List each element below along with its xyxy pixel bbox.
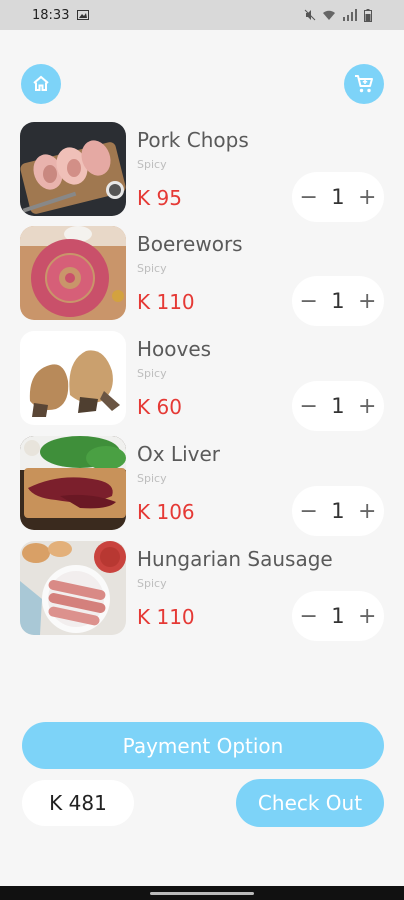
decrease-button[interactable]: − — [298, 289, 320, 314]
quantity-stepper: − 1 + — [292, 591, 384, 641]
payment-option-button[interactable]: Payment Option — [22, 722, 384, 769]
product-price: K 110 — [137, 290, 195, 314]
quantity-stepper: − 1 + — [292, 172, 384, 222]
status-bar: 18:33 — [0, 0, 404, 30]
product-subtitle: Spicy — [137, 262, 167, 275]
decrease-button[interactable]: − — [298, 185, 320, 210]
product-price: K 95 — [137, 186, 182, 210]
total-amount: K 481 — [22, 780, 134, 826]
product-subtitle: Spicy — [137, 158, 167, 171]
status-time: 18:33 — [32, 7, 70, 23]
product-name: Hooves — [137, 337, 212, 361]
cart-icon — [355, 75, 373, 93]
increase-button[interactable]: + — [356, 289, 378, 314]
product-price: K 106 — [137, 500, 195, 524]
decrease-button[interactable]: − — [298, 499, 320, 524]
increase-button[interactable]: + — [356, 499, 378, 524]
product-image-boerewors[interactable] — [20, 226, 126, 320]
signal-icon — [343, 9, 357, 21]
quantity-value: 1 — [331, 394, 345, 418]
product-image-hungarian-sausage[interactable] — [20, 541, 126, 635]
product-name: Boerewors — [137, 232, 243, 256]
product-subtitle: Spicy — [137, 367, 167, 380]
battery-icon — [364, 8, 372, 22]
product-subtitle: Spicy — [137, 472, 167, 485]
quantity-value: 1 — [331, 185, 345, 209]
quantity-value: 1 — [331, 604, 345, 628]
increase-button[interactable]: + — [356, 604, 378, 629]
list-item: Ox Liver Spicy K 106 − 1 + — [20, 436, 390, 536]
product-image-hooves[interactable] — [20, 331, 126, 425]
product-name: Ox Liver — [137, 442, 220, 466]
home-button[interactable] — [21, 64, 61, 104]
decrease-button[interactable]: − — [298, 394, 320, 419]
list-item: Pork Chops Spicy K 95 − 1 + — [20, 122, 390, 222]
image-icon — [77, 10, 90, 20]
product-name: Hungarian Sausage — [137, 547, 333, 571]
quantity-value: 1 — [331, 499, 345, 523]
wifi-icon — [323, 10, 335, 20]
cart-button[interactable] — [344, 64, 384, 104]
product-price: K 110 — [137, 605, 195, 629]
list-item: Hungarian Sausage Spicy K 110 − 1 + — [20, 541, 390, 641]
product-name: Pork Chops — [137, 128, 249, 152]
mute-icon — [304, 9, 316, 21]
home-indicator[interactable] — [150, 892, 254, 895]
decrease-button[interactable]: − — [298, 604, 320, 629]
list-item: Boerewors Spicy K 110 − 1 + — [20, 226, 390, 326]
checkout-button[interactable]: Check Out — [236, 779, 384, 827]
increase-button[interactable]: + — [356, 394, 378, 419]
quantity-stepper: − 1 + — [292, 276, 384, 326]
product-price: K 60 — [137, 395, 182, 419]
list-item: Hooves Spicy K 60 − 1 + — [20, 331, 390, 431]
quantity-value: 1 — [331, 289, 345, 313]
quantity-stepper: − 1 + — [292, 381, 384, 431]
home-icon — [33, 75, 49, 91]
quantity-stepper: − 1 + — [292, 486, 384, 536]
product-subtitle: Spicy — [137, 577, 167, 590]
product-image-ox-liver[interactable] — [20, 436, 126, 530]
product-image-pork-chops[interactable] — [20, 122, 126, 216]
increase-button[interactable]: + — [356, 185, 378, 210]
